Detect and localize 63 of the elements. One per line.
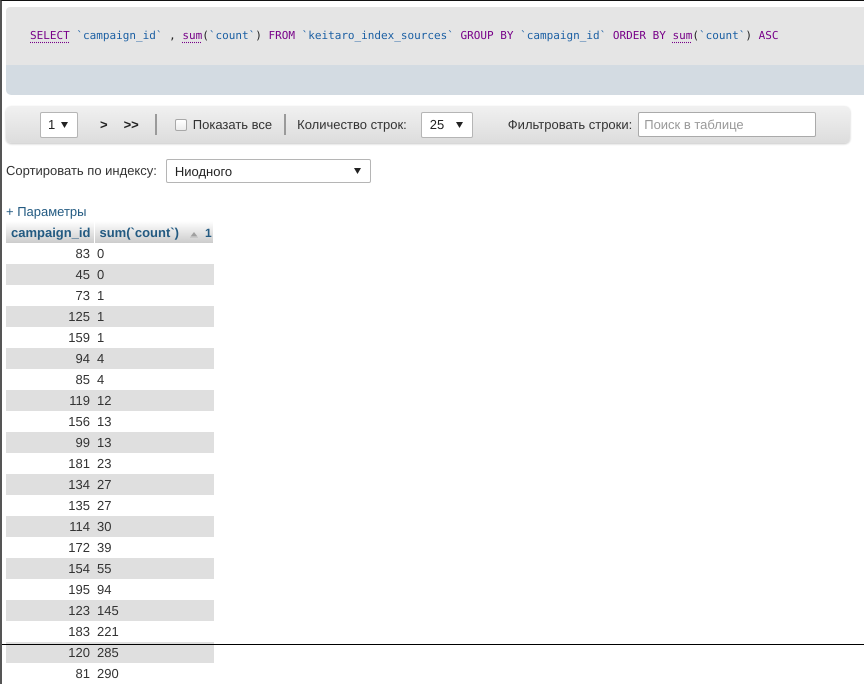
table-cell: 172 [6, 537, 94, 558]
table-cell: 285 [94, 642, 214, 663]
table-cell: 195 [6, 579, 94, 600]
table-cell: 27 [94, 474, 214, 495]
table-cell: 27 [94, 495, 214, 516]
caret-icon [61, 122, 68, 128]
last-page-button[interactable]: >> [122, 116, 141, 132]
table-cell: 94 [6, 348, 94, 369]
table-cell: 183 [6, 621, 94, 642]
sort-order-number: 1 [204, 226, 212, 240]
sort-by-index-label: Сортировать по индексу: [6, 163, 157, 179]
table-cell: 156 [6, 411, 94, 432]
rows-count-select[interactable]: 25 [420, 112, 473, 138]
table-cell: 181 [6, 453, 94, 474]
table-cell: 94 [94, 579, 214, 600]
table-cell: 13 [94, 432, 214, 453]
table-cell: 0 [94, 243, 214, 264]
table-cell: 119 [6, 390, 94, 411]
sql-keyword-link[interactable]: SELECT [30, 29, 70, 42]
column-header-link[interactable]: sum(`count`) [100, 224, 179, 240]
filter-input[interactable]: Поиск в таблице [638, 112, 816, 137]
table-cell: 99 [6, 432, 94, 453]
table-cell: 85 [6, 369, 94, 390]
table-cell: 221 [94, 621, 214, 642]
table-cell: 12 [94, 390, 214, 411]
rows-count-label: Количество строк: [297, 116, 407, 132]
show-all-label[interactable]: Показать все [192, 116, 272, 132]
sort-up-icon[interactable] [190, 232, 198, 238]
sql-keyword-link[interactable]: sum [672, 29, 692, 42]
table-cell: 30 [94, 516, 214, 537]
table-cell: 125 [6, 306, 94, 327]
table-cell: 123 [6, 600, 94, 621]
show-all-checkbox[interactable] [174, 118, 187, 130]
next-page-button[interactable]: > [98, 116, 110, 132]
caret-icon [354, 168, 361, 174]
table-cell: 154 [6, 558, 94, 579]
table-cell: 55 [94, 558, 214, 579]
table-cell: 0 [94, 264, 214, 285]
table-cell: 73 [6, 285, 94, 306]
table-cell: 83 [6, 243, 94, 264]
table-cell: 13 [94, 411, 214, 432]
table-cell: 1 [94, 285, 214, 306]
options-link[interactable]: + Параметры [6, 204, 87, 219]
table-cell: 159 [6, 327, 94, 348]
table-cell: 114 [6, 516, 94, 537]
table-cell: 4 [94, 369, 214, 390]
sort-index-select[interactable]: Ниодного [166, 159, 371, 183]
sql-query: SELECT `campaign_id` , sum(`count`) FROM `keitaro_index_sources` GROUP BY `campaign_id` ORDER BY sum(`count`) ASC [30, 28, 778, 43]
filter-label: Фильтровать строки: [508, 116, 632, 132]
table-cell: 120 [6, 642, 94, 663]
table-cell: 45 [6, 264, 94, 285]
table-cell: 145 [94, 600, 214, 621]
caret-icon [456, 122, 463, 128]
table-cell: 1 [94, 306, 214, 327]
page-select[interactable]: 1 [40, 112, 78, 138]
table-cell: 4 [94, 348, 214, 369]
table-cell: 23 [94, 453, 214, 474]
table-cell: 134 [6, 474, 94, 495]
table-cell: 1 [94, 327, 214, 348]
table-cell: 135 [6, 495, 94, 516]
table-cell: 39 [94, 537, 214, 558]
sql-keyword-link[interactable]: sum [182, 29, 202, 42]
column-header[interactable]: campaign_id [6, 221, 94, 243]
